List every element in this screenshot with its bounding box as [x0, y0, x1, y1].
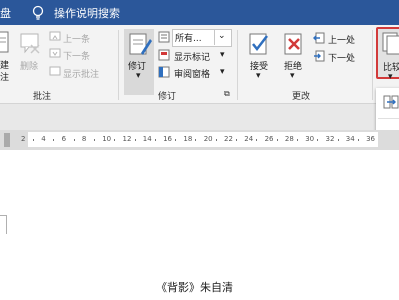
ruler-tick-label: 34	[345, 135, 355, 143]
next-comment-label[interactable]: 下一条	[63, 49, 90, 62]
lightbulb-icon[interactable]	[31, 5, 45, 20]
show-comments-label[interactable]: 显示批注	[63, 67, 99, 80]
reviewing-pane-icon	[158, 66, 170, 78]
ruler-dot	[53, 139, 55, 141]
ruler-dot	[256, 139, 258, 141]
compare-icon	[382, 32, 399, 55]
ruler-tick-label: 10	[102, 135, 112, 143]
dialog-launcher-icon[interactable]: ⧉	[224, 89, 230, 99]
ruler-tick-label: 32	[325, 135, 335, 143]
markup-dropdown-value: 所有...	[175, 34, 202, 44]
tell-me-search[interactable]: 操作说明搜索	[54, 5, 120, 21]
ruler-dot	[236, 139, 237, 141]
ruler-tick-label: 4	[41, 135, 46, 143]
ruler-tick-label: 28	[284, 135, 294, 143]
ribbon-bottom-strip	[0, 104, 399, 130]
ruler-tick-label: 2	[21, 135, 26, 143]
ruler-dot	[134, 139, 136, 141]
ruler-tick-label: 18	[183, 135, 193, 143]
reviewing-pane-label[interactable]: 审阅窗格	[174, 67, 210, 80]
accept-icon[interactable]	[247, 31, 271, 57]
tracking-group-label: 修订	[158, 92, 177, 102]
chevron-down-icon[interactable]: ▾	[256, 71, 261, 81]
chevron-down-icon: ▾	[136, 71, 141, 81]
document-text[interactable]: 《背影》朱自清	[156, 279, 233, 295]
show-markup-icon	[158, 49, 170, 61]
next-comment-icon[interactable]	[49, 48, 61, 60]
ruler-dot	[93, 139, 95, 141]
new-comment-label-bottom: 注	[0, 73, 10, 83]
delete-comment-icon[interactable]	[17, 31, 43, 57]
show-comments-icon[interactable]	[49, 66, 61, 78]
ruler-dot	[215, 139, 217, 141]
ruler-tick-label: 16	[163, 135, 173, 143]
comments-group-label: 批注	[33, 92, 52, 102]
dropdown-divider	[214, 30, 215, 45]
new-comment-icon[interactable]	[0, 30, 10, 58]
chevron-down-icon[interactable]: ▾	[220, 50, 225, 60]
ruler-dot	[175, 139, 177, 141]
ruler-tick-label: 14	[142, 135, 152, 143]
document-canvas[interactable]	[0, 150, 399, 300]
previous-comment-icon[interactable]	[49, 31, 61, 43]
chevron-down-icon[interactable]: ⌄	[218, 31, 226, 41]
ruler-tick-label: 30	[305, 135, 315, 143]
ruler-tick-label: 36	[366, 135, 376, 143]
ruler-tick-label: 20	[203, 135, 213, 143]
ruler-dot	[154, 139, 156, 141]
ruler-dot	[73, 139, 75, 141]
next-change-label[interactable]: 下一处	[328, 51, 355, 64]
ruler-dot	[337, 139, 339, 141]
track-changes-icon	[129, 33, 152, 55]
ruler-tick-label: 22	[224, 135, 233, 143]
chevron-down-icon: ▾	[388, 72, 393, 82]
markup-display-icon	[158, 31, 170, 43]
previous-comment-label[interactable]: 上一条	[63, 32, 90, 45]
page-margin-marker	[0, 215, 7, 234]
ruler-dot	[114, 139, 116, 141]
ruler-tick-label: 24	[244, 135, 254, 143]
compare-documents-icon[interactable]	[383, 94, 399, 110]
ruler-dot	[296, 139, 298, 141]
previous-change-icon[interactable]	[313, 32, 325, 44]
previous-change-label[interactable]: 上一处	[328, 33, 355, 46]
ruler-dot	[357, 139, 359, 141]
changes-group-label: 更改	[292, 92, 311, 102]
title-fragment: 盘	[0, 7, 11, 20]
ruler-dot	[276, 139, 278, 141]
ruler-tick-label: 6	[61, 135, 67, 143]
ruler-dot	[195, 139, 197, 141]
ruler-dot	[33, 139, 34, 141]
indent-marker[interactable]	[4, 133, 10, 147]
ruler-tick-label: 12	[122, 135, 132, 143]
chevron-down-icon[interactable]: ▾	[220, 67, 225, 77]
show-markup-label[interactable]: 显示标记	[174, 50, 210, 63]
delete-comment-label: 删除	[20, 62, 39, 72]
reject-icon[interactable]	[282, 31, 306, 57]
group-separator	[118, 30, 119, 100]
ruler-tick-label: 8	[81, 135, 87, 143]
menu-divider	[378, 118, 399, 119]
group-separator	[372, 30, 373, 100]
chevron-down-icon[interactable]: ▾	[290, 71, 295, 81]
ruler-dot	[317, 139, 319, 141]
next-change-icon[interactable]	[313, 50, 325, 62]
ruler-tick-label: 26	[264, 135, 274, 143]
group-separator	[237, 30, 238, 100]
